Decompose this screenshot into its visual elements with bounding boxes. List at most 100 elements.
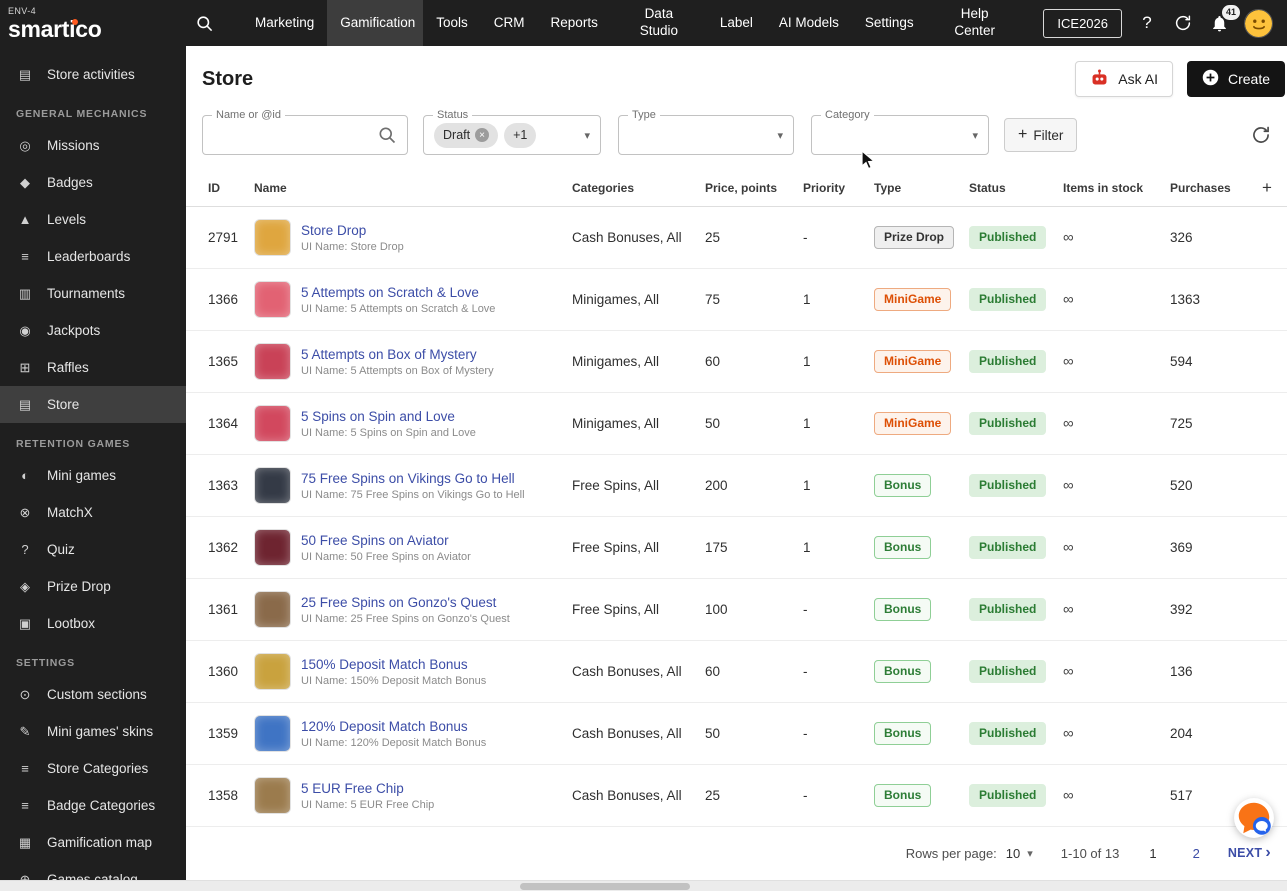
sidebar-item-custom-sections[interactable]: ⊙ Custom sections	[0, 676, 186, 713]
column-header-status[interactable]: Status	[969, 181, 1063, 195]
column-header-id[interactable]: ID	[208, 181, 254, 195]
column-header-categories[interactable]: Categories	[572, 181, 705, 195]
horizontal-scrollbar[interactable]	[0, 880, 1287, 891]
sidebar-item-tournaments[interactable]: ▥ Tournaments	[0, 275, 186, 312]
sidebar-item-mini-games[interactable]: ◐ Mini games	[0, 457, 186, 494]
search-icon	[377, 125, 397, 145]
name-filter-field[interactable]: Name or @id	[202, 109, 408, 155]
ask-ai-label: Ask AI	[1118, 71, 1158, 87]
add-column-button[interactable]: +	[1262, 178, 1272, 198]
item-purchases: 204	[1170, 726, 1193, 741]
nav-item-marketing[interactable]: Marketing	[242, 0, 327, 46]
item-id: 1359	[208, 726, 239, 741]
item-id: 1363	[208, 478, 239, 493]
column-header-purchases[interactable]: Purchases	[1170, 181, 1262, 195]
sidebar-item-label: Mini games' skins	[47, 724, 154, 739]
type-filter-select[interactable]: Type ▾	[618, 109, 794, 155]
nav-item-label[interactable]: Label	[707, 0, 766, 46]
ask-ai-button[interactable]: Ask AI	[1075, 61, 1173, 97]
status-filter-label: Status	[433, 109, 473, 121]
sidebar-item-matchx[interactable]: ⊗ MatchX	[0, 494, 186, 531]
item-ui-name: UI Name: 5 Spins on Spin and Love	[301, 426, 476, 439]
mini-games-icon: ◐	[21, 468, 29, 483]
sidebar-item-label: MatchX	[47, 505, 93, 520]
items-in-stock-value: ∞	[1063, 725, 1074, 742]
sidebar-item-badge-categories[interactable]: ≡ Badge Categories	[0, 787, 186, 824]
sidebar-item-mini-games-skins[interactable]: ✎ Mini games' skins	[0, 713, 186, 750]
sidebar-item-jackpots[interactable]: ◉ Jackpots	[0, 312, 186, 349]
item-thumbnail	[254, 343, 291, 380]
page-button-1[interactable]: 1	[1149, 846, 1156, 861]
chat-widget-button[interactable]	[1233, 797, 1275, 839]
column-header-type[interactable]: Type	[874, 181, 969, 195]
nav-item-data-studio[interactable]: Data Studio	[611, 0, 707, 46]
skins-icon: ✎	[19, 723, 31, 739]
category-filter-select[interactable]: Category ▾	[811, 109, 989, 155]
sidebar-item-raffles[interactable]: ⊞ Raffles	[0, 349, 186, 386]
sidebar-group: GENERAL MECHANICS ◎ Missions ◆ Badges ▲ …	[0, 93, 186, 423]
column-header-price-points[interactable]: Price, points	[705, 181, 803, 195]
sidebar-item-leaderboards[interactable]: ≡ Leaderboards	[0, 238, 186, 275]
sidebar-item-store-categories[interactable]: ≡ Store Categories	[0, 750, 186, 787]
sidebar-item-label: Quiz	[47, 542, 75, 557]
column-header-name[interactable]: Name	[254, 181, 572, 195]
item-name-link[interactable]: 5 Spins on Spin and Love	[301, 409, 476, 424]
table-row: 1358 5 EUR Free Chip UI Name: 5 EUR Free…	[186, 765, 1287, 827]
nav-item-gamification[interactable]: Gamification	[327, 0, 424, 46]
sidebar-item-quiz[interactable]: ? Quiz	[0, 531, 186, 568]
filter-chip[interactable]: +1	[504, 122, 537, 148]
sidebar-item-missions[interactable]: ◎ Missions	[0, 127, 186, 164]
add-filter-button[interactable]: + Filter	[1004, 118, 1078, 152]
nav-item-ai-models[interactable]: AI Models	[766, 0, 852, 46]
nav-item-settings[interactable]: Settings	[852, 0, 927, 46]
nav-item-tools[interactable]: Tools	[423, 0, 481, 46]
nav-item-crm[interactable]: CRM	[481, 0, 538, 46]
status-filter-select[interactable]: Status Draft × +1 ▾	[423, 109, 601, 155]
sidebar-item-badges[interactable]: ◆ Badges	[0, 164, 186, 201]
item-name-link[interactable]: 5 Attempts on Box of Mystery	[301, 347, 494, 362]
item-name-link[interactable]: 120% Deposit Match Bonus	[301, 719, 486, 734]
user-avatar[interactable]	[1244, 8, 1273, 38]
item-price: 100	[705, 602, 728, 617]
column-header-priority[interactable]: Priority	[803, 181, 874, 195]
item-name-link[interactable]: Store Drop	[301, 223, 404, 238]
sidebar-item-store-activities[interactable]: ▤ Store activities	[0, 56, 186, 93]
status-badge: Published	[969, 473, 1047, 498]
nav-item-reports[interactable]: Reports	[538, 0, 611, 46]
item-price: 200	[705, 478, 728, 493]
main-content: Store Ask AI Create Name or @id Status D…	[186, 46, 1287, 880]
plus-circle-icon	[1202, 69, 1219, 89]
column-header-items-in-stock[interactable]: Items in stock	[1063, 181, 1170, 195]
next-page-button[interactable]: NEXT ›	[1228, 845, 1271, 861]
filter-chip[interactable]: Draft ×	[434, 122, 499, 148]
sidebar-item-gamification-map[interactable]: ▦ Gamification map	[0, 824, 186, 861]
search-icon[interactable]	[186, 14, 222, 33]
rows-per-page-select[interactable]: 10 ▾	[1006, 846, 1033, 861]
item-purchases: 136	[1170, 664, 1193, 679]
create-button[interactable]: Create	[1186, 61, 1285, 97]
item-name-link[interactable]: 5 Attempts on Scratch & Love	[301, 285, 495, 300]
sidebar-item-lootbox[interactable]: ▣ Lootbox	[0, 605, 186, 642]
scrollbar-thumb[interactable]	[520, 883, 690, 890]
refresh-icon[interactable]	[1251, 125, 1271, 145]
item-name-link[interactable]: 5 EUR Free Chip	[301, 781, 434, 796]
notifications-icon[interactable]: 41	[1208, 5, 1240, 34]
item-name-link[interactable]: 50 Free Spins on Aviator	[301, 533, 471, 548]
item-name-link[interactable]: 25 Free Spins on Gonzo's Quest	[301, 595, 510, 610]
ice2026-button[interactable]: ICE2026	[1043, 8, 1122, 38]
sidebar-item-store[interactable]: ▤ Store	[0, 386, 186, 423]
nav-item-help-center[interactable]: Help Center	[927, 0, 1023, 46]
sidebar-item-prize-drop[interactable]: ◈ Prize Drop	[0, 568, 186, 605]
item-name-link[interactable]: 75 Free Spins on Vikings Go to Hell	[301, 471, 525, 486]
page-button-2[interactable]: 2	[1193, 846, 1200, 861]
remove-chip-icon[interactable]: ×	[475, 128, 490, 142]
type-badge: MiniGame	[874, 349, 952, 374]
item-thumbnail	[254, 467, 291, 504]
sidebar-item-levels[interactable]: ▲ Levels	[0, 201, 186, 238]
item-name-link[interactable]: 150% Deposit Match Bonus	[301, 657, 486, 672]
help-icon[interactable]: ?	[1136, 12, 1158, 34]
item-price: 25	[705, 788, 721, 803]
item-categories: Minigames, All	[572, 292, 660, 307]
name-filter-input[interactable]	[213, 126, 377, 144]
refresh-icon[interactable]	[1172, 12, 1194, 34]
